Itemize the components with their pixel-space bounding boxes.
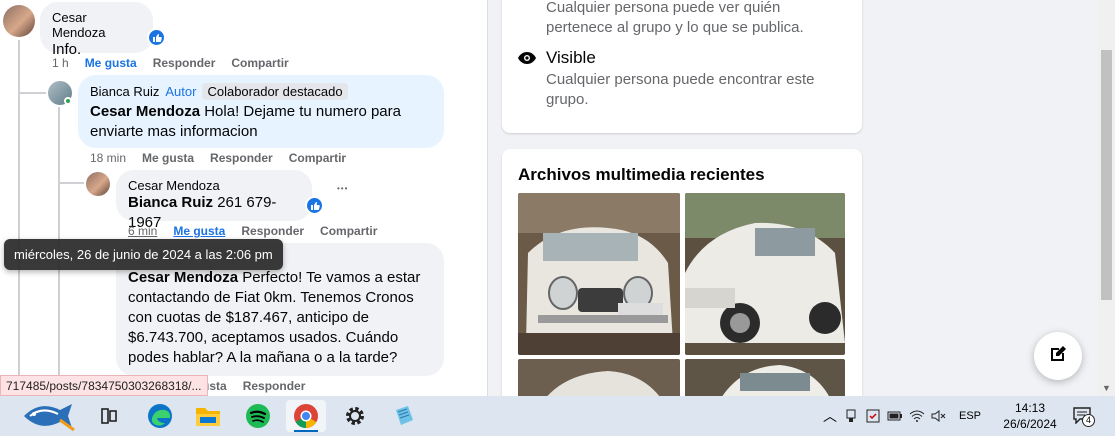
comment-timestamp[interactable]: 18 min: [90, 151, 126, 165]
system-tray: ︿ ESP: [820, 396, 990, 436]
comments-feed: Cesar Mendoza Info. 1 h Me gusta Respond…: [0, 0, 487, 396]
comment-header: Bianca Ruiz Autor Colaborador destacado: [90, 83, 432, 100]
comment-text: Cesar Mendoza Hola! Dejame tu numero par…: [90, 102, 432, 142]
like-reaction-icon[interactable]: [147, 28, 166, 47]
online-status-indicator: [64, 97, 72, 105]
scroll-down-arrow-icon[interactable]: ▼: [1102, 383, 1111, 393]
media-photo[interactable]: [518, 193, 680, 355]
clock-time: 14:13: [1014, 401, 1046, 415]
mention-link[interactable]: Bianca Ruiz: [128, 194, 213, 211]
chrome-icon[interactable]: [286, 400, 326, 432]
file-explorer-icon[interactable]: [188, 400, 228, 432]
comment-timestamp[interactable]: 1 h: [52, 56, 69, 70]
reply-button[interactable]: Responder: [243, 379, 306, 393]
comment-actions: 18 min Me gusta Responder Compartir: [90, 151, 346, 165]
wifi-icon[interactable]: [906, 410, 928, 422]
input-language[interactable]: ESP: [950, 410, 990, 422]
comment-text: Cesar Mendoza Perfecto! Te vamos a estar…: [128, 268, 432, 368]
share-button[interactable]: Compartir: [320, 224, 377, 238]
edit-icon: [1048, 344, 1068, 369]
privacy-desc-text: Cualquier persona puede ver quién perten…: [546, 0, 804, 36]
visible-section: Visible Cualquier persona puede encontra…: [518, 48, 848, 110]
visible-title: Visible: [546, 48, 596, 67]
comment-bubble: Cesar Mendoza Info.: [40, 2, 153, 58]
comment-timestamp[interactable]: 6 min: [128, 224, 157, 238]
comment-author[interactable]: Cesar Mendoza: [128, 178, 300, 193]
top-contributor-badge[interactable]: Colaborador destacado: [202, 83, 348, 100]
reply-button[interactable]: Responder: [241, 224, 304, 238]
thread-connector: [18, 92, 46, 94]
comment-author[interactable]: Bianca Ruiz: [90, 84, 159, 99]
mention-link[interactable]: Cesar Mendoza: [90, 103, 200, 120]
notifications-button[interactable]: 4: [1070, 404, 1098, 428]
avatar-cesar[interactable]: [3, 5, 35, 37]
comment-actions: 6 min Me gusta Responder Compartir: [128, 224, 377, 238]
volume-muted-icon[interactable]: [928, 410, 950, 422]
compose-button[interactable]: [1034, 332, 1082, 380]
visible-description: Cualquier persona puede encontrar este g…: [546, 71, 815, 108]
author-tag: Autor: [165, 84, 197, 99]
recent-media-title: Archivos multimedia recientes: [518, 165, 765, 184]
settings-gear-icon[interactable]: [335, 400, 375, 432]
scrollbar-thumb[interactable]: [1101, 50, 1112, 300]
comment-bubble: Cesar Mendoza Bianca Ruiz 261 679-1967: [116, 170, 312, 231]
timestamp-tooltip: miércoles, 26 de junio de 2024 a las 2:0…: [4, 239, 283, 270]
clock[interactable]: 14:13 26/6/2024: [1000, 400, 1060, 432]
comment-bubble: Bianca Ruiz Autor Colaborador destacado …: [78, 75, 444, 148]
edge-icon[interactable]: [140, 400, 180, 432]
share-button[interactable]: Compartir: [231, 56, 288, 70]
share-button[interactable]: Compartir: [289, 151, 346, 165]
eye-icon: [518, 52, 536, 64]
like-button[interactable]: Me gusta: [142, 151, 194, 165]
notepad-icon[interactable]: [384, 400, 424, 432]
more-options-icon[interactable]: •••: [337, 184, 348, 193]
reply-button[interactable]: Responder: [153, 56, 216, 70]
battery-icon[interactable]: [884, 411, 906, 421]
page-scrollbar[interactable]: ▼: [1098, 0, 1115, 396]
like-button[interactable]: Me gusta: [173, 224, 225, 238]
windows-taskbar: ︿ ESP 14:13 26/6/2024 4: [0, 396, 1115, 436]
spotify-icon[interactable]: [238, 400, 278, 432]
like-reaction-icon[interactable]: [305, 196, 324, 215]
column-divider: [487, 0, 488, 396]
about-card: Cualquier persona puede ver quién perten…: [502, 0, 862, 133]
media-photo[interactable]: [685, 193, 845, 355]
comment-actions: usta Responder: [202, 379, 305, 393]
avatar-cesar[interactable]: [86, 172, 110, 196]
mention-link[interactable]: Cesar Mendoza: [128, 269, 238, 286]
link-status-url: 717485/posts/7834750303268318/...: [0, 375, 208, 396]
comment-actions: 1 h Me gusta Responder Compartir: [52, 56, 289, 70]
like-button[interactable]: Me gusta: [85, 56, 137, 70]
start-fish-icon[interactable]: [18, 400, 78, 432]
security-icon[interactable]: [862, 409, 884, 423]
reply-button[interactable]: Responder: [210, 151, 273, 165]
task-view-icon[interactable]: [89, 400, 129, 432]
thread-connector: [58, 182, 84, 184]
show-hidden-icons-chevron-icon[interactable]: ︿: [820, 406, 840, 426]
comment-author[interactable]: Cesar Mendoza: [52, 10, 141, 40]
usb-device-icon[interactable]: [840, 409, 862, 423]
privacy-description: Cualquier persona puede ver quién perten…: [546, 0, 836, 38]
clock-date: 26/6/2024: [1003, 417, 1057, 431]
notification-count-badge: 4: [1082, 414, 1095, 427]
recent-media-card: Archivos multimedia recientes: [502, 149, 862, 409]
